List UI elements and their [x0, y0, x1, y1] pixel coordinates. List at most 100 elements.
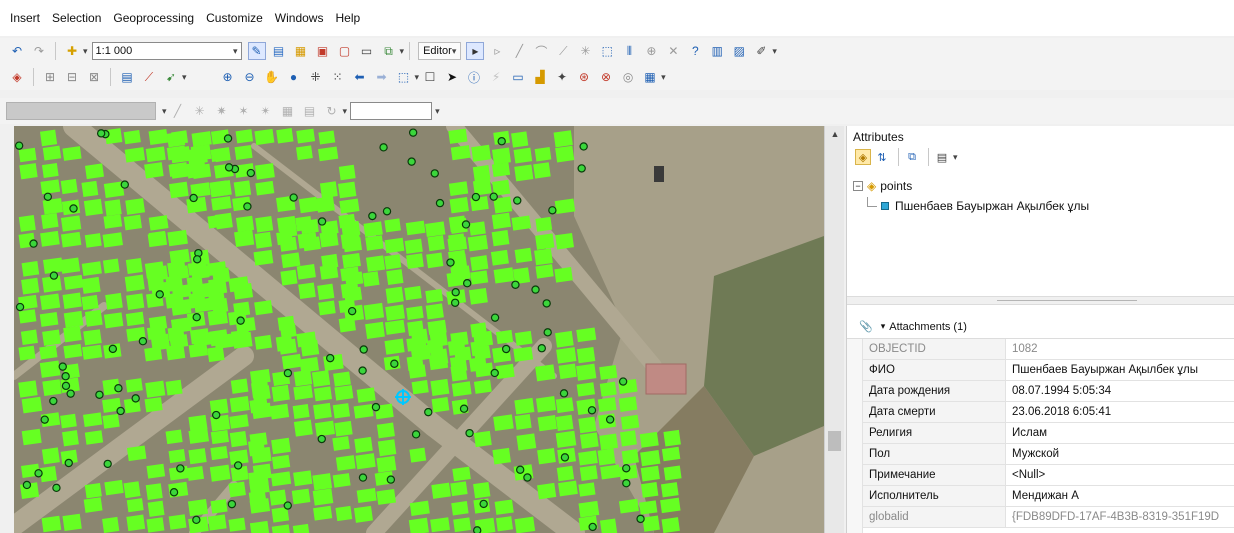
grave-point[interactable] — [371, 402, 381, 412]
parcel[interactable] — [405, 220, 426, 236]
parcel[interactable] — [599, 433, 619, 451]
panel-splitter[interactable] — [847, 296, 1234, 305]
parcel[interactable] — [20, 329, 38, 345]
chevron-down-icon[interactable]: ▾ — [661, 72, 666, 83]
trace-icon[interactable]: ⟋ — [554, 42, 572, 60]
parcel[interactable] — [600, 464, 621, 480]
parcel[interactable] — [190, 144, 212, 162]
parcel[interactable] — [126, 498, 144, 513]
grave-point[interactable] — [22, 480, 32, 490]
grave-point[interactable] — [192, 515, 201, 525]
parcel[interactable] — [167, 326, 185, 342]
parcel[interactable] — [495, 329, 514, 345]
grid-icon[interactable]: ⊞ — [41, 68, 59, 86]
parcel[interactable] — [514, 330, 533, 346]
grave-point[interactable] — [516, 465, 525, 474]
parcel[interactable] — [640, 482, 659, 498]
parcel[interactable] — [165, 275, 184, 292]
parcel[interactable] — [62, 513, 82, 532]
parcel[interactable] — [39, 345, 58, 360]
grave-point[interactable] — [317, 217, 327, 226]
parcel[interactable] — [276, 128, 294, 144]
menu-insert[interactable]: Insert — [10, 11, 40, 25]
parcel[interactable] — [473, 379, 492, 394]
parcel[interactable] — [168, 514, 187, 530]
fixed-zoom-out-icon[interactable]: ⁙ — [329, 68, 347, 86]
parcel[interactable] — [576, 363, 597, 381]
editor-menu-button[interactable]: Editor ▾ — [418, 42, 462, 60]
grave-point[interactable] — [579, 142, 588, 151]
parcel[interactable] — [209, 329, 229, 347]
html-popup-icon[interactable]: ▭ — [509, 68, 527, 86]
parcel[interactable] — [339, 198, 360, 214]
table-icon[interactable]: ▤ — [270, 42, 288, 60]
grid-view-icon[interactable]: ▤ — [301, 102, 319, 120]
satellite-map[interactable] — [14, 126, 824, 533]
parcel[interactable] — [144, 397, 163, 413]
parcel[interactable] — [230, 329, 251, 345]
parcel[interactable] — [513, 346, 534, 362]
parcel[interactable] — [425, 288, 444, 304]
parcel[interactable] — [84, 430, 104, 445]
parcel[interactable] — [553, 130, 573, 148]
grave-point[interactable] — [192, 313, 201, 322]
parcel[interactable] — [355, 453, 376, 470]
parcel[interactable] — [254, 300, 273, 316]
parcel[interactable] — [430, 378, 450, 397]
parcel[interactable] — [41, 212, 59, 229]
parcel[interactable] — [19, 163, 38, 180]
grave-point[interactable] — [479, 499, 488, 509]
grave-point[interactable] — [96, 129, 106, 138]
chevron-down-icon[interactable]: ▾ — [772, 46, 777, 57]
parcel[interactable] — [234, 144, 253, 161]
parcel[interactable] — [214, 212, 233, 230]
parcel[interactable] — [365, 235, 384, 251]
grave-point[interactable] — [368, 211, 377, 221]
parcel[interactable] — [83, 198, 103, 216]
grave-point[interactable] — [95, 390, 104, 399]
arrow-tool-icon[interactable]: ➹ — [162, 68, 180, 86]
map-vertical-scrollbar[interactable]: ▲ — [824, 126, 844, 533]
grave-point[interactable] — [560, 453, 570, 462]
parcel[interactable] — [642, 515, 660, 532]
parcel[interactable] — [555, 232, 575, 250]
attribute-value[interactable]: {FDB89DFD-17AF-4B3B-8319-351F19D — [1006, 507, 1234, 527]
chevron-down-icon[interactable]: ▾ — [953, 152, 958, 163]
grave-point[interactable] — [52, 483, 61, 493]
grave-point[interactable] — [382, 207, 392, 216]
parcel[interactable] — [430, 517, 450, 533]
grave-point[interactable] — [473, 526, 482, 533]
attribute-value[interactable]: <Null> — [1006, 465, 1234, 485]
parcel[interactable] — [60, 231, 82, 248]
grave-point[interactable] — [317, 434, 326, 444]
parcel[interactable] — [317, 146, 339, 162]
grave-point[interactable] — [618, 377, 628, 386]
parcel[interactable] — [453, 346, 472, 362]
undo-icon[interactable]: ↶ — [8, 42, 26, 60]
fixed-zoom-in-icon[interactable]: ⁜ — [307, 68, 325, 86]
parcel[interactable] — [293, 369, 313, 387]
grave-point[interactable] — [359, 345, 368, 354]
parcel[interactable] — [18, 309, 37, 324]
parcel[interactable] — [148, 215, 169, 231]
parcel[interactable] — [338, 164, 356, 181]
chevron-down-icon[interactable]: ▾ — [400, 46, 405, 57]
parcel[interactable] — [63, 325, 82, 343]
grave-point[interactable] — [58, 362, 67, 371]
parcel[interactable] — [353, 505, 373, 523]
parcel[interactable] — [639, 500, 658, 515]
parcel[interactable] — [579, 465, 598, 481]
add-data-icon[interactable]: ✚ — [63, 42, 81, 60]
parcel[interactable] — [619, 430, 637, 447]
parcel[interactable] — [123, 130, 141, 145]
parcel[interactable] — [555, 430, 577, 448]
rotate-icon[interactable]: ↻ — [323, 102, 341, 120]
parcel[interactable] — [384, 254, 402, 270]
parcel[interactable] — [295, 145, 313, 161]
parcel[interactable] — [599, 364, 618, 380]
parcel[interactable] — [661, 446, 681, 462]
parcel[interactable] — [42, 379, 62, 397]
straight-segment-icon[interactable]: ╱ — [510, 42, 528, 60]
parcel[interactable] — [298, 282, 316, 300]
parcel[interactable] — [248, 470, 269, 487]
